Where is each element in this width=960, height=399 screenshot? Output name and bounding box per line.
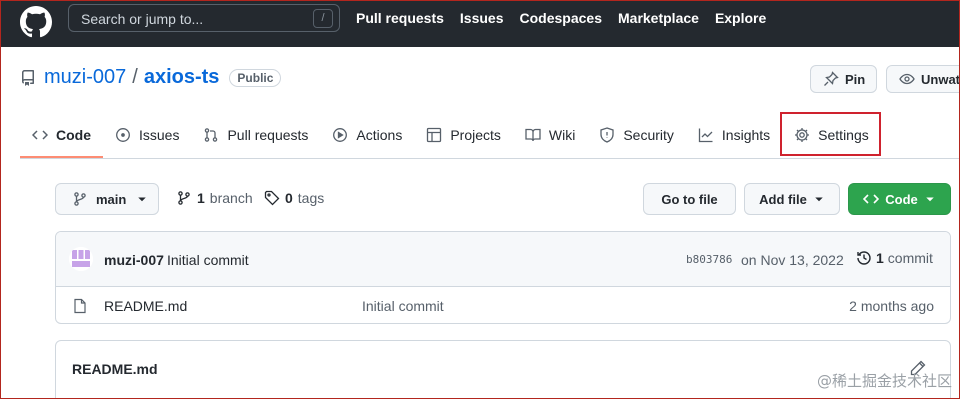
- branch-count-icon: [176, 190, 192, 206]
- branch-count-label: branch: [209, 190, 253, 206]
- chevron-down-icon: [924, 193, 936, 205]
- readme-title[interactable]: README.md: [72, 361, 158, 377]
- search-input[interactable]: Search or jump to... /: [68, 4, 340, 32]
- tag-icon: [264, 190, 280, 206]
- eye-icon: [899, 71, 915, 87]
- nav-marketplace[interactable]: Marketplace: [618, 10, 699, 26]
- commit-author-link[interactable]: muzi-007: [104, 252, 164, 268]
- nav-pull-requests[interactable]: Pull requests: [356, 10, 444, 26]
- search-placeholder: Search or jump to...: [81, 11, 204, 27]
- unwatch-label: Unwatch: [921, 71, 960, 87]
- unwatch-button[interactable]: Unwatch: [886, 65, 960, 93]
- shield-icon: [599, 127, 615, 143]
- tab-issues-label: Issues: [139, 127, 180, 143]
- table-icon: [426, 127, 442, 143]
- tab-pull-requests[interactable]: Pull requests: [191, 112, 320, 158]
- commit-count-label: commit: [887, 250, 933, 266]
- code-icon: [863, 191, 880, 207]
- file-browser: muzi-007 Initial commit b803786 on Nov 1…: [55, 231, 951, 324]
- file-commit-message[interactable]: Initial commit: [362, 298, 444, 314]
- tag-count: 0: [285, 190, 293, 206]
- tab-issues[interactable]: Issues: [103, 112, 191, 158]
- tab-insights[interactable]: Insights: [686, 112, 782, 158]
- tab-actions-label: Actions: [356, 127, 403, 143]
- book-icon: [525, 127, 541, 143]
- commit-hash-link[interactable]: b803786: [686, 253, 732, 266]
- code-button-label: Code: [885, 191, 918, 207]
- go-to-file-button[interactable]: Go to file: [643, 183, 736, 215]
- branch-icon: [72, 191, 88, 207]
- chevron-down-icon: [136, 193, 148, 205]
- play-icon: [332, 127, 348, 143]
- tab-security[interactable]: Security: [587, 112, 686, 158]
- commit-date: on Nov 13, 2022: [741, 252, 844, 268]
- repo-name-link[interactable]: axios-ts: [144, 66, 220, 89]
- tags-link[interactable]: 0 tags: [264, 190, 324, 206]
- add-file-label: Add file: [759, 191, 807, 207]
- file-age: 2 months ago: [849, 298, 934, 314]
- issue-icon: [115, 127, 131, 143]
- pin-icon: [823, 71, 839, 87]
- global-header: Search or jump to... / Pull requests Iss…: [0, 0, 960, 47]
- tab-pull-requests-label: Pull requests: [227, 127, 309, 143]
- github-logo-icon[interactable]: [20, 6, 52, 38]
- tab-insights-label: Insights: [721, 127, 771, 143]
- file-icon: [72, 298, 88, 314]
- commit-count: 1: [876, 250, 884, 266]
- branches-link[interactable]: 1 branch: [176, 190, 253, 206]
- tag-count-label: tags: [297, 190, 325, 206]
- nav-issues[interactable]: Issues: [460, 10, 504, 26]
- code-dropdown-button[interactable]: Code: [848, 183, 951, 215]
- repo-tabs: Code Issues Pull requests Actions Projec…: [20, 112, 881, 158]
- tabs-divider: [20, 158, 960, 159]
- repo-owner-link[interactable]: muzi-007: [44, 66, 126, 89]
- nav-explore[interactable]: Explore: [715, 10, 766, 26]
- code-icon: [32, 127, 48, 143]
- repo-icon: [20, 69, 36, 86]
- branch-count: 1: [197, 190, 205, 206]
- graph-icon: [698, 127, 714, 143]
- branch-selector[interactable]: main: [55, 183, 159, 215]
- history-icon: [856, 250, 872, 266]
- chevron-down-icon: [813, 193, 825, 205]
- settings-highlight-annotation: [780, 112, 881, 156]
- tab-wiki-label: Wiki: [548, 127, 576, 143]
- pull-request-icon: [203, 127, 219, 143]
- tab-actions[interactable]: Actions: [320, 112, 414, 158]
- avatar[interactable]: [69, 247, 93, 271]
- tab-code-label: Code: [56, 127, 91, 143]
- nav-codespaces[interactable]: Codespaces: [520, 10, 602, 26]
- go-to-file-label: Go to file: [661, 191, 718, 207]
- tab-wiki[interactable]: Wiki: [513, 112, 587, 158]
- repo-title: muzi-007 / axios-ts Public: [20, 66, 282, 89]
- commit-message-link[interactable]: Initial commit: [167, 252, 249, 268]
- search-shortcut-key: /: [313, 9, 333, 28]
- branch-name: main: [96, 191, 127, 207]
- list-item[interactable]: README.md Initial commit 2 months ago: [56, 288, 950, 323]
- visibility-badge: Public: [229, 68, 282, 87]
- repo-separator: /: [132, 66, 138, 88]
- global-nav: Pull requests Issues Codespaces Marketpl…: [356, 10, 766, 26]
- pin-label: Pin: [845, 71, 866, 87]
- file-name-link[interactable]: README.md: [104, 298, 187, 314]
- watermark: @稀土掘金技术社区: [816, 372, 952, 390]
- tab-projects[interactable]: Projects: [414, 112, 513, 158]
- commit-history-link[interactable]: 1 commit: [856, 250, 933, 266]
- tab-projects-label: Projects: [450, 127, 501, 143]
- latest-commit-bar: muzi-007 Initial commit b803786 on Nov 1…: [56, 232, 950, 287]
- tab-security-label: Security: [623, 127, 674, 143]
- pin-button[interactable]: Pin: [810, 65, 877, 93]
- add-file-button[interactable]: Add file: [744, 183, 840, 215]
- tab-code[interactable]: Code: [20, 112, 103, 158]
